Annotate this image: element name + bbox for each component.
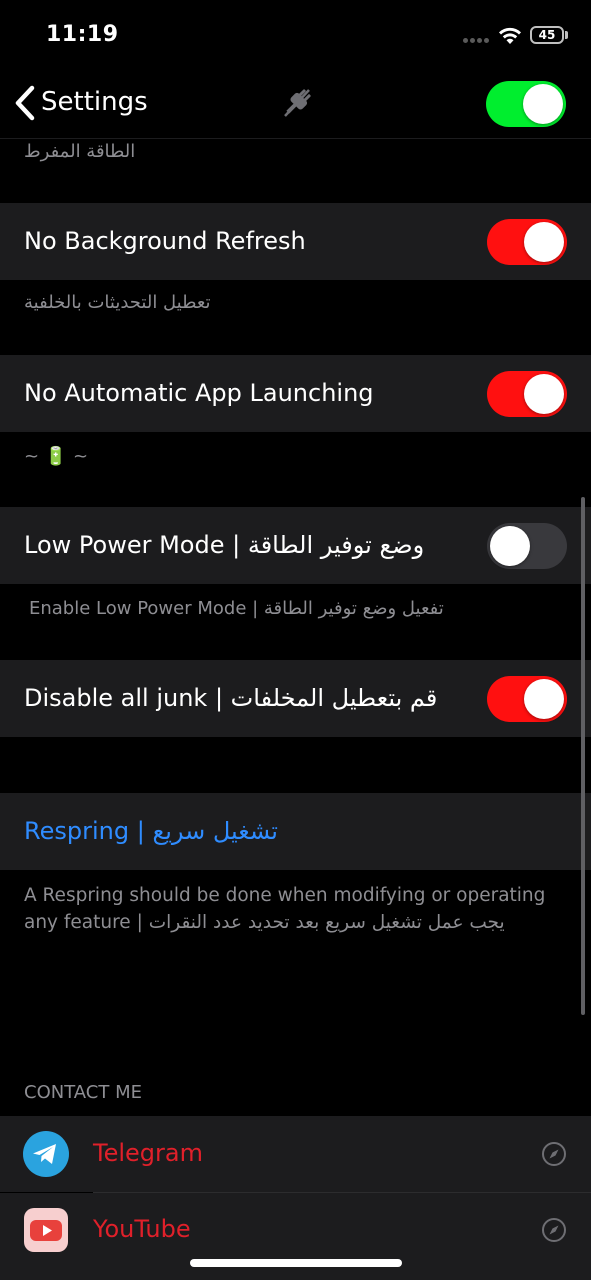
no-automatic-app-launching-row: No Automatic App Launching	[0, 355, 591, 432]
disable-all-junk-row: Disable all junk | قم بتعطيل المخلفات	[0, 660, 591, 737]
scroll-indicator[interactable]	[581, 497, 585, 1015]
respring-description-line2: any feature | يجب عمل تشغيل سريع بعد تحد…	[24, 912, 505, 933]
no-automatic-app-launching-toggle[interactable]	[487, 371, 567, 417]
safari-compass-icon	[542, 1142, 566, 1166]
safari-compass-icon	[542, 1218, 566, 1242]
disable-all-junk-label: Disable all junk | قم بتعطيل المخلفات	[24, 684, 438, 712]
respring-description: A Respring should be done when modifying…	[24, 882, 569, 936]
cellular-signal-icon	[463, 38, 491, 44]
battery-tip	[565, 31, 568, 39]
low-power-mode-label: Low Power Mode | وضع توفير الطاقة	[24, 531, 425, 559]
back-chevron-icon[interactable]	[12, 84, 38, 122]
low-power-mode-footer: Enable Low Power Mode | تفعيل وضع توفير …	[29, 598, 444, 619]
status-time: 11:19	[46, 22, 119, 47]
home-indicator[interactable]	[190, 1259, 402, 1267]
no-background-refresh-label: No Background Refresh	[24, 227, 306, 255]
no-background-refresh-toggle[interactable]	[487, 219, 567, 265]
youtube-label: YouTube	[93, 1215, 191, 1243]
master-enable-toggle[interactable]	[486, 81, 566, 127]
low-power-mode-row: Low Power Mode | وضع توفير الطاقة	[0, 507, 591, 584]
nav-divider	[0, 138, 591, 139]
battery-indicator: 45	[530, 26, 564, 44]
no-automatic-app-launching-label: No Automatic App Launching	[24, 379, 374, 407]
battery-emoji-footer: ~ 🔋 ~	[24, 446, 89, 467]
section-footer-clipped: الطاقة المفرط	[24, 141, 136, 162]
contact-section-header: CONTACT ME	[24, 1082, 142, 1103]
contact-item-telegram[interactable]: Telegram	[0, 1116, 591, 1192]
no-background-refresh-row: No Background Refresh	[0, 203, 591, 280]
respring-label: Respring | تشغيل سريع	[24, 817, 278, 845]
low-power-mode-toggle[interactable]	[487, 523, 567, 569]
telegram-label: Telegram	[93, 1139, 203, 1167]
no-background-refresh-footer: تعطيل التحديثات بالخلفية	[24, 292, 211, 313]
back-button-label[interactable]: Settings	[41, 87, 148, 117]
plug-disconnected-icon	[284, 89, 311, 117]
disable-all-junk-toggle[interactable]	[487, 676, 567, 722]
respring-description-line1: A Respring should be done when modifying…	[24, 885, 546, 906]
telegram-icon	[23, 1131, 69, 1177]
youtube-icon	[24, 1208, 68, 1252]
respring-button[interactable]: Respring | تشغيل سريع	[0, 793, 591, 870]
wifi-icon	[499, 27, 521, 44]
